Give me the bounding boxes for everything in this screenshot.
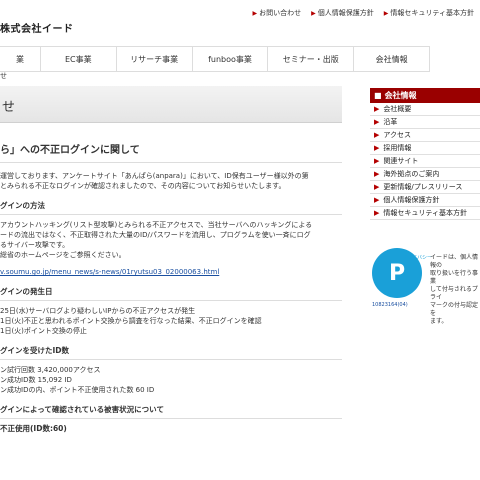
arrow-icon: ▶ [374,131,380,139]
section-heading: グインを受けたID数 [0,346,342,360]
nav-item-funboo[interactable]: funboo事業 [193,47,269,71]
body-line: ン成功ID数 15,092 ID [0,376,72,384]
body-line: ン試行回数 3,420,000アクセス [0,366,101,374]
privacy-policy-link[interactable]: ▶ 個人情報保護方針 [311,8,374,18]
square-icon: ■ [374,91,382,100]
contact-link[interactable]: ▶ お問い合わせ [253,8,302,18]
company-logo[interactable]: 株式会社イード [0,20,74,35]
intro-line: 運営しております、アンケートサイト「あんぱら(anpara)」において、ID保有… [0,172,309,180]
section-heading: グインの方法 [0,201,342,215]
body-line: ン成功IDの内、ポイント不正使用された数 60 ID [0,386,155,394]
body-line: 1日(火)不正と思われるポイント交換から調査を行なった結果、不正ログインを確認 [0,317,262,325]
section-heading: グインの発生日 [0,287,342,301]
top-bar: 株式会社イード ▶ お問い合わせ ▶ 個人情報保護方針 ▶ 情報セキュリティ基本方針 [0,0,480,44]
body-line: 総省のホームページをご参照ください。 [0,251,126,259]
intro-line: とみられる不正なログインが確認されましたので、その内容についてお知らせいたします… [0,182,286,190]
main-nav: 業 EC事業 リサーチ事業 funboo事業 セミナー・出版 会社情報 [0,46,431,72]
soumu-link[interactable]: v.soumu.go.jp/menu_news/s-news/01ryutsu0… [0,267,342,277]
sidebar-item-privacy[interactable]: ▶ 個人情報保護方針 [370,194,480,207]
arrow-icon: ▶ [374,209,380,217]
sidebar: ■ 会社情報 ▶ 会社概要 ▶ 沿革 ▶ アクセス ▶ 採用情報 ▶ 関連サイト ▶ 海外拠点… [370,88,480,220]
privacy-mark-number: 10823164(04) [372,302,408,308]
arrow-icon: ▶ [374,118,380,126]
article-title: ら」への不正ログインに関して [0,130,342,163]
arrow-icon: ▶ [374,157,380,165]
section-heading: 不正使用(ID数:60) [0,424,67,433]
body-line: 1日(火)ポイント交換の停止 [0,327,87,335]
arrow-icon: ▶ [374,105,380,113]
header-links: ▶ お問い合わせ ▶ 個人情報保護方針 ▶ 情報セキュリティ基本方針 [253,8,474,18]
arrow-icon: ▶ [311,9,316,17]
arrow-icon: ▶ [252,9,258,17]
arrow-icon: ▶ [374,144,380,152]
arrow-icon: ▶ [374,170,380,178]
privacy-mark-logo[interactable]: P プライバシー [372,248,432,298]
sidebar-item-access[interactable]: ▶ アクセス [370,129,480,142]
arrow-icon: ▶ [374,183,380,191]
page-title: せ [2,100,16,115]
article: ら」への不正ログインに関して 運営しております、アンケートサイト「あんぱら(an… [0,130,342,442]
sidebar-item-history[interactable]: ▶ 沿革 [370,116,480,129]
arrow-icon: ▶ [374,196,380,204]
body-line: 25日(水)サーバログより疑わしいIPからの不正アクセスが発生 [0,307,196,315]
security-policy-link[interactable]: ▶ 情報セキュリティ基本方針 [384,8,474,18]
sidebar-item-security[interactable]: ▶ 情報セキュリティ基本方針 [370,207,480,220]
nav-item-ec[interactable]: EC事業 [41,47,117,71]
section-heading: グインによって確認されている被害状況について [0,405,342,419]
privacy-mark-text: イードは、個人情報の 取り扱いを行う事業 して付与されるプライ マークの付与認定… [430,254,479,325]
nav-item-research[interactable]: リサーチ事業 [117,47,193,71]
nav-item-business[interactable]: 業 [0,47,41,71]
breadcrumb: せ [0,72,7,80]
sidebar-item-related-sites[interactable]: ▶ 関連サイト [370,155,480,168]
sidebar-item-overseas[interactable]: ▶ 海外拠点のご案内 [370,168,480,181]
sidebar-item-press[interactable]: ▶ 更新情報/プレスリリース [370,181,480,194]
sidebar-item-recruit[interactable]: ▶ 採用情報 [370,142,480,155]
arrow-icon: ▶ [383,9,389,17]
nav-item-company[interactable]: 会社情報 [354,47,431,71]
sidebar-item-profile[interactable]: ▶ 会社概要 [370,103,480,116]
body-line: アカウントハッキング(リスト型攻撃)とみられる不正アクセスで、当社サーバへのハッ… [0,221,313,229]
body-line: ードの流出ではなく、不正取得された大量のID/パスワードを流用し、プログラムを使… [0,231,311,239]
nav-item-seminar[interactable]: セミナー・出版 [268,47,355,71]
page-header: せ [0,86,342,123]
sidebar-heading: ■ 会社情報 [370,88,480,103]
body-line: るサイバー攻撃です。 [0,241,70,249]
